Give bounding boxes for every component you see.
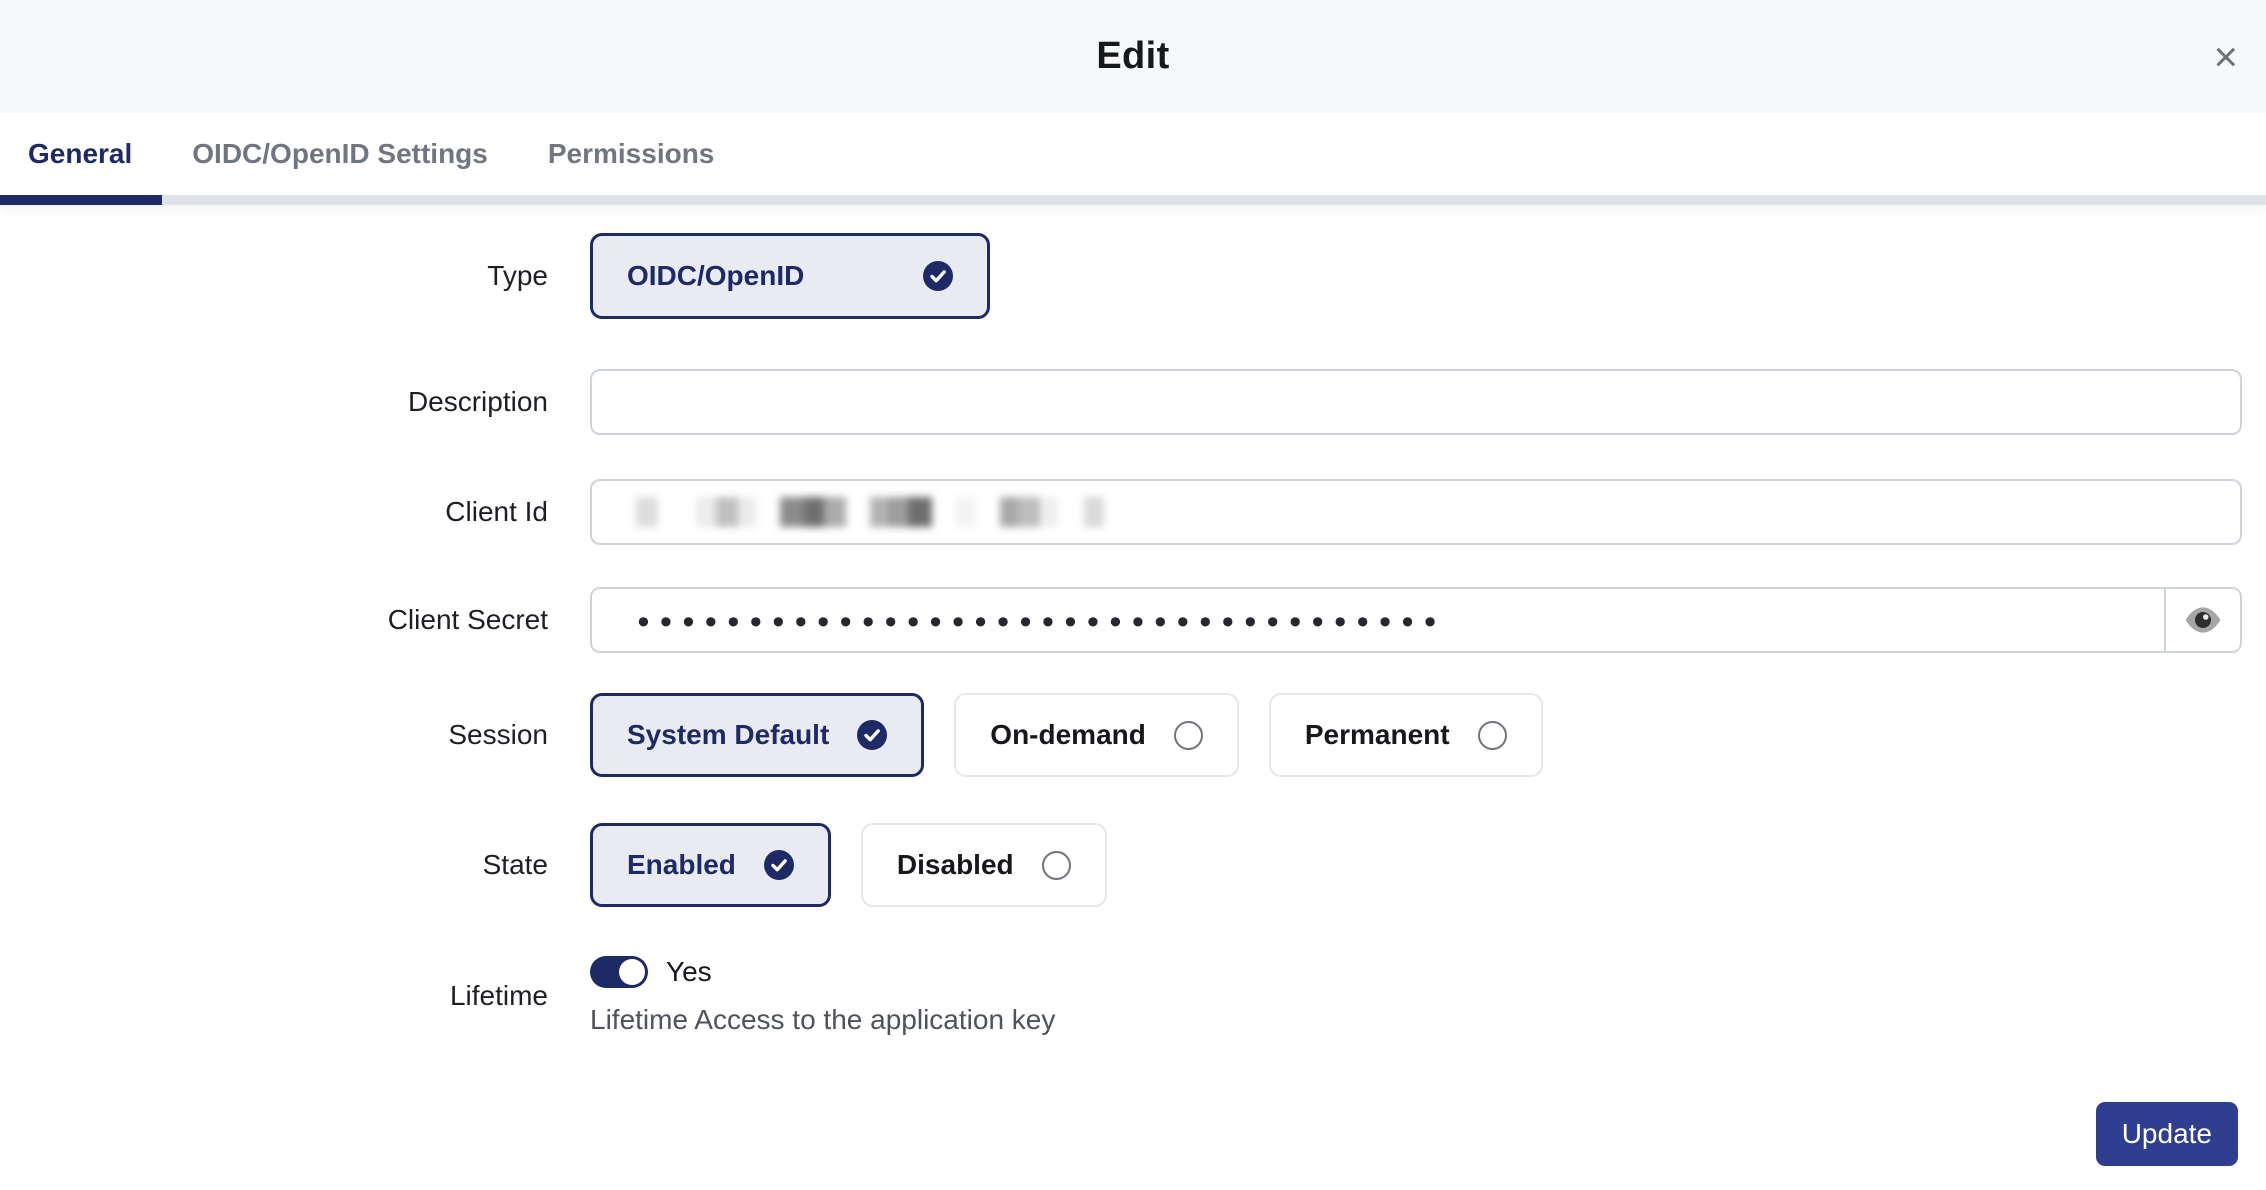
close-icon[interactable]: × [2213, 36, 2238, 78]
description-row: Description [0, 369, 2266, 435]
tab-oidc-settings[interactable]: OIDC/OpenID Settings [162, 113, 518, 205]
dialog-footer: Update [0, 1036, 2266, 1166]
session-option-on-demand[interactable]: On-demand [954, 693, 1239, 777]
tab-general[interactable]: General [0, 113, 162, 205]
eye-icon [2184, 606, 2222, 634]
reveal-secret-button[interactable] [2164, 589, 2240, 651]
radio-circle-icon [1042, 851, 1071, 880]
redacted-block [780, 497, 804, 527]
check-icon [764, 850, 794, 880]
lifetime-toggle-label: Yes [666, 956, 712, 988]
lifetime-row: Lifetime Yes Lifetime Access to the appl… [0, 956, 2266, 1036]
tab-general-label: General [28, 138, 132, 170]
state-option-disabled[interactable]: Disabled [861, 823, 1107, 907]
client-id-row: Client Id [0, 479, 2266, 545]
radio-circle-icon [1174, 721, 1203, 750]
description-input[interactable] [590, 369, 2242, 435]
lifetime-help-text: Lifetime Access to the application key [590, 1004, 1055, 1036]
lifetime-label: Lifetime [0, 980, 548, 1012]
tabbar: General OIDC/OpenID Settings Permissions [0, 113, 2266, 205]
client-secret-group [590, 587, 2242, 653]
redacted-block [1000, 497, 1018, 527]
check-icon [923, 261, 953, 291]
toggle-knob [619, 959, 645, 985]
redacted-block [870, 497, 888, 527]
redacted-block [716, 497, 738, 527]
edit-dialog: Edit × General OIDC/OpenID Settings Perm… [0, 0, 2266, 1166]
redacted-block [956, 497, 976, 527]
redacted-block [888, 497, 908, 527]
session-row: Session System Default On-demand Permane… [0, 693, 2266, 777]
client-secret-label: Client Secret [0, 604, 548, 636]
client-id-redacted [636, 497, 1104, 527]
client-secret-input[interactable] [592, 589, 2164, 651]
type-label: Type [0, 260, 548, 292]
session-option-label: On-demand [990, 719, 1146, 751]
update-button[interactable]: Update [2096, 1102, 2238, 1166]
redacted-block [1018, 497, 1040, 527]
check-icon [857, 720, 887, 750]
state-option-enabled[interactable]: Enabled [590, 823, 831, 907]
type-option-label: OIDC/OpenID [627, 260, 804, 292]
tab-oidc-settings-label: OIDC/OpenID Settings [192, 138, 488, 170]
redacted-block [804, 497, 824, 527]
dialog-header: Edit × [0, 0, 2266, 113]
session-option-system-default[interactable]: System Default [590, 693, 924, 777]
state-label: State [0, 849, 548, 881]
radio-circle-icon [1478, 721, 1507, 750]
lifetime-toggle[interactable] [590, 956, 648, 988]
redacted-block [1040, 497, 1058, 527]
type-option-oidc-openid[interactable]: OIDC/OpenID [590, 233, 990, 319]
session-option-label: Permanent [1305, 719, 1450, 751]
session-label: Session [0, 719, 548, 751]
state-option-label: Enabled [627, 849, 736, 881]
redacted-block [636, 497, 658, 527]
tab-permissions[interactable]: Permissions [518, 113, 745, 205]
edit-form: Type OIDC/OpenID Description Client Id [0, 205, 2266, 1036]
page-title: Edit [1096, 35, 1169, 78]
session-option-label: System Default [627, 719, 829, 751]
tab-underline-track [0, 195, 2266, 205]
client-secret-row: Client Secret [0, 587, 2266, 653]
state-option-label: Disabled [897, 849, 1014, 881]
description-label: Description [0, 386, 548, 418]
redacted-block [738, 497, 756, 527]
type-row: Type OIDC/OpenID [0, 233, 2266, 319]
redacted-block [696, 497, 716, 527]
session-option-permanent[interactable]: Permanent [1269, 693, 1543, 777]
redacted-block [908, 497, 932, 527]
client-id-label: Client Id [0, 496, 548, 528]
redacted-block [1084, 497, 1104, 527]
state-row: State Enabled Disabled [0, 823, 2266, 907]
client-id-input[interactable] [590, 479, 2242, 545]
redacted-block [824, 497, 846, 527]
tab-permissions-label: Permissions [548, 138, 715, 170]
